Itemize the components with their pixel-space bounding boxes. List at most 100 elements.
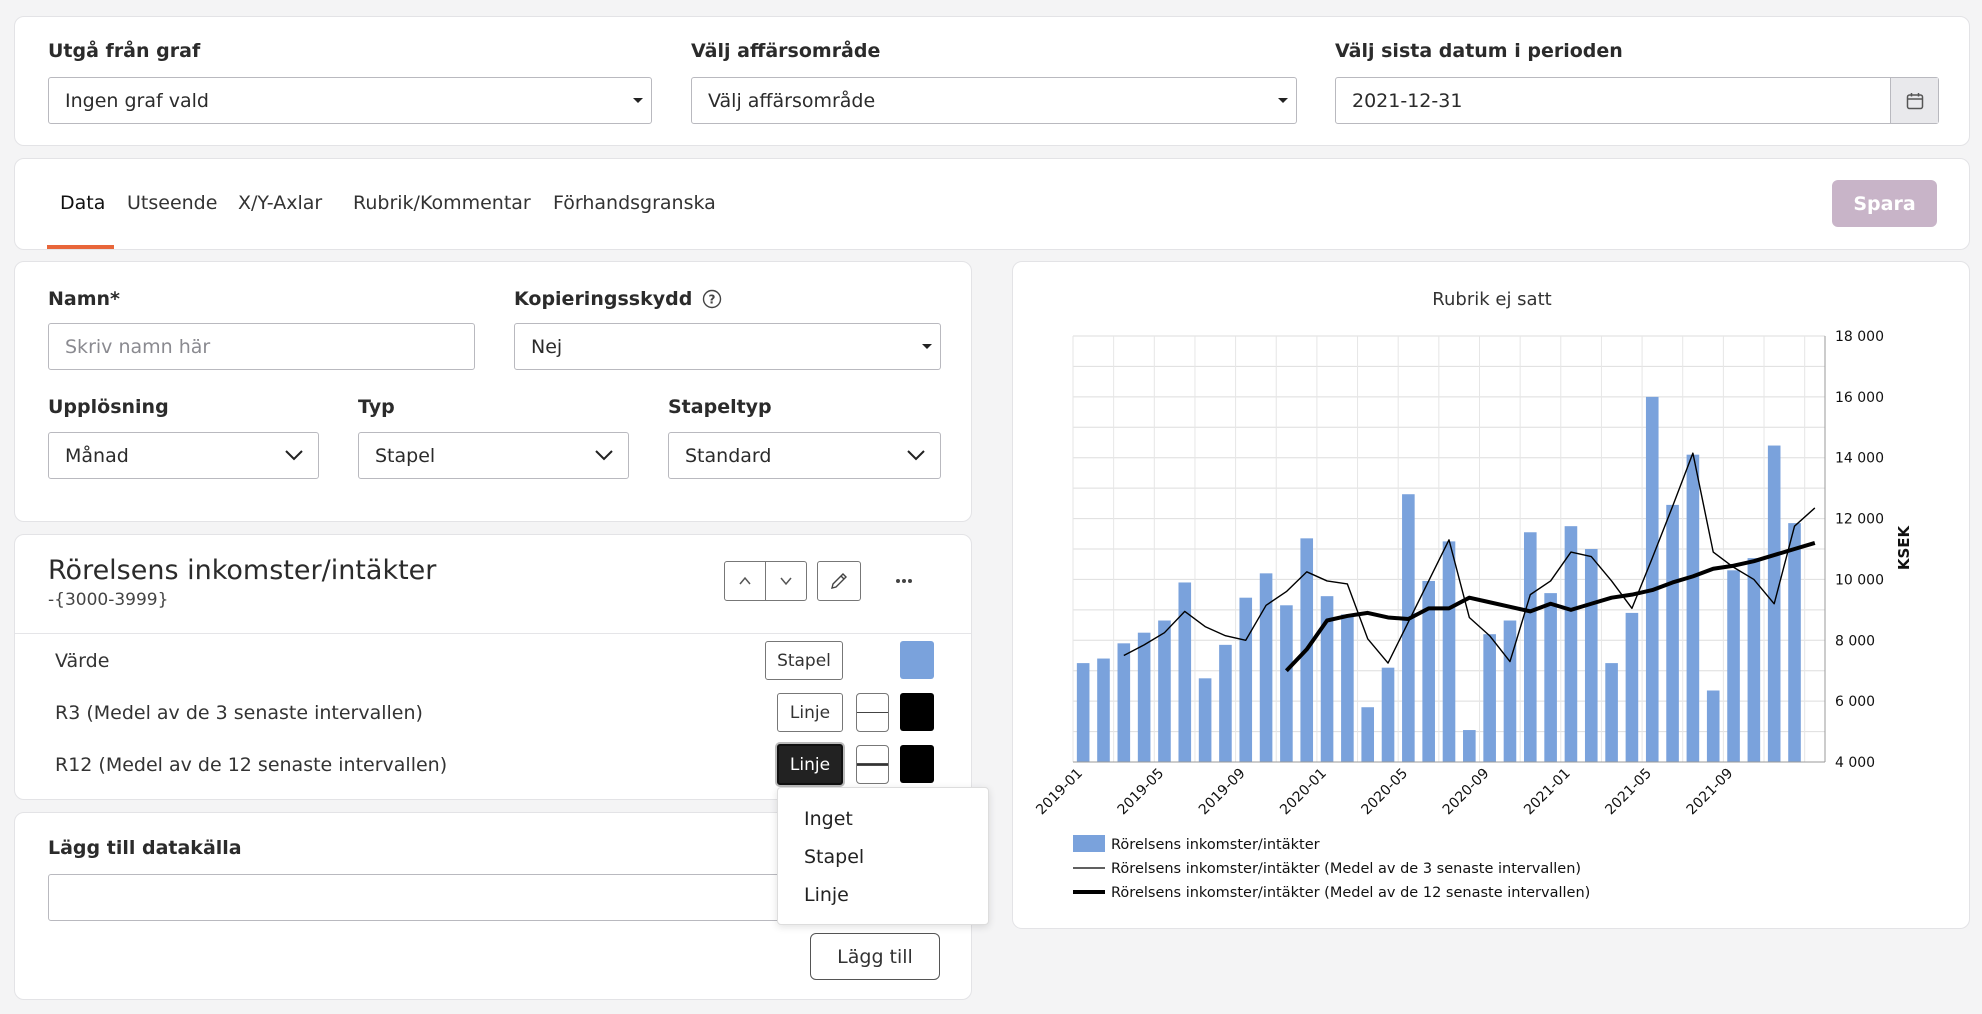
x-tick-label: 2021-09 xyxy=(1684,766,1737,819)
name-input-placeholder: Skriv namn här xyxy=(65,335,211,358)
stack-type-value: Standard xyxy=(685,444,772,467)
copy-protection-label: Kopieringsskydd ? xyxy=(514,288,722,310)
menu-item-inget[interactable]: Inget xyxy=(804,808,853,830)
y-tick-label: 4 000 xyxy=(1835,755,1875,771)
x-tick-label: 2019-05 xyxy=(1115,766,1168,819)
help-icon[interactable]: ? xyxy=(702,289,722,309)
active-tab-indicator xyxy=(47,245,114,249)
date-input-value: 2021-12-31 xyxy=(1352,89,1463,112)
move-down-button[interactable] xyxy=(765,561,807,601)
add-source-label: Lägg till datakälla xyxy=(48,837,242,859)
series-row-r12-color-swatch[interactable] xyxy=(900,745,934,783)
series-row-r3-label: R3 (Medel av de 3 senaste intervallen) xyxy=(55,702,423,724)
series-row-value-color-swatch[interactable] xyxy=(900,641,934,679)
calendar-icon xyxy=(1906,92,1923,109)
bar xyxy=(1483,634,1496,762)
name-label: Namn* xyxy=(48,288,120,310)
series-title: Rörelsens inkomster/intäkter xyxy=(48,555,437,586)
move-up-button[interactable] xyxy=(724,561,766,601)
series-account-range: -{3000-3999} xyxy=(48,590,169,610)
caret-down-icon xyxy=(1278,98,1288,103)
edit-button[interactable] xyxy=(817,561,861,601)
bar xyxy=(1178,582,1192,762)
x-tick-label: 2020-09 xyxy=(1440,766,1493,819)
add-source-button[interactable]: Lägg till xyxy=(810,933,940,980)
name-input[interactable]: Skriv namn här xyxy=(48,323,475,370)
more-icon xyxy=(896,579,912,583)
stack-type-select[interactable]: Standard xyxy=(668,432,941,479)
copy-protection-select[interactable]: Nej xyxy=(514,323,941,370)
date-input[interactable]: 2021-12-31 xyxy=(1335,77,1939,124)
menu-item-linje[interactable]: Linje xyxy=(804,884,849,906)
series-row-r12-label: R12 (Medel av de 12 senaste intervallen) xyxy=(55,754,448,776)
tab-utseende[interactable]: Utseende xyxy=(127,192,217,214)
copy-protection-value: Nej xyxy=(531,335,563,358)
bar xyxy=(1625,612,1639,762)
thin-line-icon xyxy=(857,712,888,713)
resolution-select[interactable]: Månad xyxy=(48,432,319,479)
x-tick-label: 2020-05 xyxy=(1359,766,1412,819)
chevron-up-icon xyxy=(739,576,751,585)
series-row-r3-linestyle-button[interactable] xyxy=(856,693,889,732)
bar xyxy=(1706,690,1720,762)
series-row-value-label: Värde xyxy=(55,650,110,672)
chevron-down-icon xyxy=(780,577,792,586)
bar xyxy=(1341,614,1354,762)
more-options-button[interactable] xyxy=(887,561,921,601)
caret-down-icon xyxy=(922,344,932,349)
bar xyxy=(1645,396,1659,762)
bar xyxy=(1117,643,1131,762)
bar xyxy=(1198,678,1212,762)
tab-xy-axlar[interactable]: X/Y-Axlar xyxy=(238,192,322,214)
legend-label: Rörelsens inkomster/intäkter xyxy=(1111,837,1320,853)
bar xyxy=(1463,730,1476,762)
r3-line xyxy=(1123,452,1816,664)
calendar-button[interactable] xyxy=(1890,78,1938,123)
legend-label: Rörelsens inkomster/intäkter (Medel av d… xyxy=(1111,861,1581,877)
bar xyxy=(1097,658,1110,762)
series-card: Rörelsens inkomster/intäkter -{3000-3999… xyxy=(14,534,972,800)
bar xyxy=(1076,663,1090,762)
menu-item-stapel[interactable]: Stapel xyxy=(804,846,864,868)
y-tick-label: 8 000 xyxy=(1835,633,1875,649)
series-row-r3-type-button[interactable]: Linje xyxy=(777,693,843,732)
y-tick-label: 12 000 xyxy=(1835,512,1884,528)
series-row-r12-type-button[interactable]: Linje xyxy=(777,744,843,785)
copy-protection-label-text: Kopieringsskydd xyxy=(514,288,693,310)
graph-select-value: Ingen graf vald xyxy=(65,89,209,112)
series-row-r12-linestyle-button[interactable] xyxy=(856,745,889,784)
x-tick-label: 2019-01 xyxy=(1033,766,1086,819)
thick-line-icon xyxy=(857,763,888,766)
x-tick-label: 2021-05 xyxy=(1602,766,1655,819)
type-label: Typ xyxy=(358,396,395,418)
bar xyxy=(1402,494,1415,762)
chart-card: Rubrik ej satt 4 000 6 000 8 000 10 000 12 0… xyxy=(1012,261,1970,929)
tab-forhandsgranska[interactable]: Förhandsgranska xyxy=(553,192,716,214)
y-tick-label: 10 000 xyxy=(1835,572,1884,588)
tab-data[interactable]: Data xyxy=(60,192,105,214)
tab-rubrik-kommentar[interactable]: Rubrik/Kommentar xyxy=(353,192,531,214)
graph-select[interactable]: Ingen graf vald xyxy=(48,77,652,124)
series-row-r3-color-swatch[interactable] xyxy=(900,693,934,731)
bar xyxy=(1544,593,1557,762)
svg-text:?: ? xyxy=(709,293,716,307)
resolution-value: Månad xyxy=(65,444,129,467)
type-value: Stapel xyxy=(375,444,436,467)
chevron-down-icon xyxy=(595,450,613,461)
x-tick-label: 2021-01 xyxy=(1521,766,1574,819)
save-button[interactable]: Spara xyxy=(1832,180,1937,227)
series-row-value-type-button[interactable]: Stapel xyxy=(765,641,843,680)
chevron-down-icon xyxy=(285,450,303,461)
type-select[interactable]: Stapel xyxy=(358,432,629,479)
legend-swatch-bars xyxy=(1073,835,1105,852)
y-tick-label: 16 000 xyxy=(1835,390,1884,406)
bar xyxy=(1788,523,1801,762)
area-select-label: Välj affärsområde xyxy=(691,40,881,62)
bar xyxy=(1666,504,1679,762)
pencil-icon xyxy=(831,573,847,589)
bar xyxy=(1523,532,1537,762)
chart: Rubrik ej satt 4 000 6 000 8 000 10 000 12 0… xyxy=(1033,289,1913,901)
area-select[interactable]: Välj affärsområde xyxy=(691,77,1297,124)
bar xyxy=(1605,663,1618,762)
date-input-label: Välj sista datum i perioden xyxy=(1335,40,1623,62)
